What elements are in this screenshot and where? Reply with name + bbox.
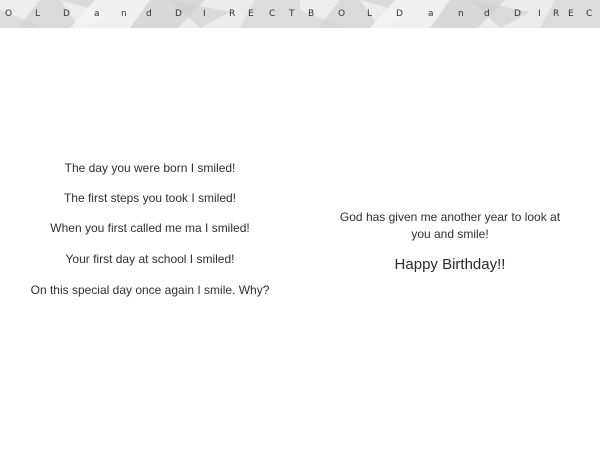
closing-message: God has given me another year to look at… bbox=[339, 210, 561, 241]
banner-letter: n bbox=[458, 9, 464, 19]
banner-letter: D bbox=[514, 9, 521, 19]
banner-letter: a bbox=[94, 9, 100, 19]
banner-letter: O bbox=[5, 9, 13, 19]
left-banner: O L D a n d D I R E C T bbox=[0, 0, 300, 28]
banner-letters: O L D a n d D I R E C T bbox=[0, 0, 300, 28]
banner-letter: L bbox=[367, 9, 373, 19]
banner-letter: T bbox=[289, 9, 295, 19]
banner-letter: I bbox=[538, 9, 541, 19]
verse-line: The day you were born I smiled! bbox=[64, 161, 236, 175]
banner-letter: d bbox=[146, 9, 152, 19]
banner-letter: E bbox=[248, 9, 254, 19]
banner-letter: a bbox=[428, 9, 434, 19]
verse-line: Your first day at school I smiled! bbox=[65, 252, 235, 266]
banner-letter: O bbox=[338, 9, 346, 19]
banner-letter: E bbox=[568, 9, 574, 19]
verse-line: On this special day once again I smile. … bbox=[30, 283, 270, 297]
card-spread: O L D a n d D I R E C T The day you were… bbox=[0, 0, 600, 450]
verse-line: The first steps you took I smiled! bbox=[63, 191, 237, 205]
right-banner: B O L D a n d D I R E C bbox=[300, 0, 600, 28]
happy-birthday-greeting: Happy Birthday!! bbox=[394, 256, 506, 273]
banner-letter: R bbox=[553, 9, 560, 19]
banner-letters: B O L D a n d D I R E C bbox=[300, 0, 600, 28]
verse-line: When you first called me ma I smiled! bbox=[50, 221, 250, 235]
banner-letter: I bbox=[203, 9, 206, 19]
banner-letter: D bbox=[396, 9, 403, 19]
right-page: B O L D a n d D I R E C God has given me… bbox=[300, 0, 600, 450]
banner-letter: d bbox=[484, 9, 490, 19]
banner-letter: R bbox=[229, 9, 236, 19]
banner-letter: D bbox=[63, 9, 70, 19]
banner-letter: D bbox=[175, 9, 182, 19]
banner-letter: L bbox=[35, 9, 41, 19]
banner-letter: B bbox=[308, 9, 315, 19]
banner-letter: C bbox=[269, 9, 276, 19]
left-page: O L D a n d D I R E C T The day you were… bbox=[0, 0, 300, 450]
banner-letter: C bbox=[586, 9, 593, 19]
banner-letter: n bbox=[121, 9, 127, 19]
